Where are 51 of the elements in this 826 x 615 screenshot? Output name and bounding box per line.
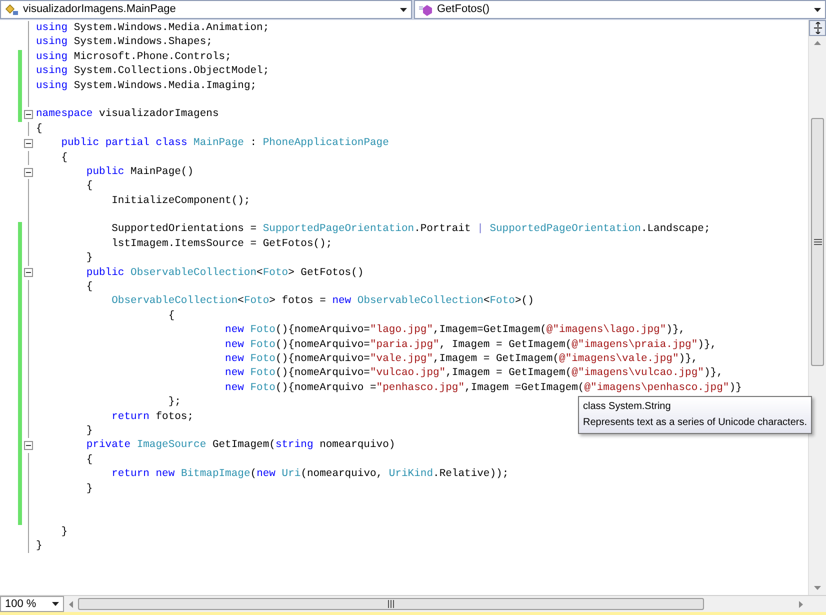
dropdown-caret-icon <box>52 602 59 606</box>
code-line: { <box>60 150 68 165</box>
collapse-icon[interactable] <box>24 441 32 450</box>
code-line: new Foto(){nomeArquivo="vulcao.jpg",Imagem = GetImagem(@"imagens\vulcao.jpg")}, <box>224 366 723 381</box>
code-line: using System.Windows.Media.Animation; <box>35 21 270 36</box>
type-combo[interactable]: visualizadorImagens.MainPage <box>0 0 412 19</box>
class-icon <box>5 4 19 16</box>
code-line: InitializeComponent(); <box>110 194 250 208</box>
code-line: lstImagem.ItemsSource = GetFotos(); <box>110 236 332 252</box>
dropdown-caret-icon <box>814 8 821 12</box>
code-line: new Foto(){nomeArquivo ="penhasco.jpg",Imagem =GetImagem(@"imagens\penhasco.jpg")} <box>224 380 742 396</box>
zoom-combo[interactable]: 100 % <box>0 596 64 612</box>
code-line: using System.Collections.ObjectModel; <box>35 64 270 79</box>
code-line: { <box>85 280 93 294</box>
collapse-icon[interactable] <box>24 168 32 177</box>
code-line: public MainPage() <box>85 164 194 180</box>
collapse-icon[interactable] <box>24 268 32 278</box>
code-line: new Foto(){nomeArquivo="paria.jpg", Imagem = GetImagem(@"imagens\praia.jpg")}, <box>224 338 717 352</box>
code-line: } <box>35 539 42 554</box>
code-line: { <box>85 179 93 194</box>
code-line: new Foto(){nomeArquivo="vale.jpg",Imagem = GetImagem(@"imagens\vale.jpg")}, <box>224 352 698 366</box>
member-combo[interactable]: GetFotos() <box>414 0 826 19</box>
code-line: { <box>85 452 93 468</box>
code-line: ObservableCollection<Foto> fotos = new ObservableCollection<Foto>() <box>110 294 534 309</box>
collapse-icon[interactable] <box>24 138 32 148</box>
code-line: }; <box>167 395 181 410</box>
code-line: { <box>167 308 175 324</box>
tooltip-description: Represents text as a series of Unicode characters. <box>583 416 807 430</box>
code-line: private ImageSource GetImagem(string nomearquivo) <box>85 438 396 453</box>
tooltip-title: class System.String <box>583 400 672 414</box>
code-line: using Microsoft.Phone.Controls; <box>35 50 232 64</box>
code-line: new Foto(){nomeArquivo="lago.jpg",Imagem=GetImagem(@"imagens\lago.jpg")}, <box>224 323 686 338</box>
code-line: SupportedOrientations = SupportedPageOrientation.Portrait | SupportedPageOrientation.Landscape; <box>110 222 710 237</box>
dropdown-caret-icon <box>400 8 407 12</box>
code-line: } <box>85 251 93 266</box>
code-line: public partial class MainPage : PhoneApplicationPage <box>60 136 389 151</box>
code-line: } <box>60 524 68 540</box>
scroll-thumb[interactable] <box>811 118 824 366</box>
horizontal-scroll-thumb[interactable] <box>78 598 704 610</box>
collapse-icon[interactable] <box>24 110 32 120</box>
code-line: namespace visualizadorImagens <box>35 107 219 122</box>
code-line: public ObservableCollection<Foto> GetFotos() <box>85 266 364 280</box>
code-line: using System.Windows.Shapes; <box>35 35 212 50</box>
code-line: return new BitmapImage(new Uri(nomearquivo, UriKind.Relative)); <box>110 467 509 482</box>
code-line: } <box>85 424 93 438</box>
code-line: return fotos; <box>110 410 194 424</box>
code-line: } <box>85 482 93 496</box>
splitter-icon[interactable] <box>809 20 826 36</box>
code-line: using System.Windows.Media.Imaging; <box>35 78 257 93</box>
code-line: { <box>35 122 42 136</box>
method-icon <box>419 4 433 16</box>
